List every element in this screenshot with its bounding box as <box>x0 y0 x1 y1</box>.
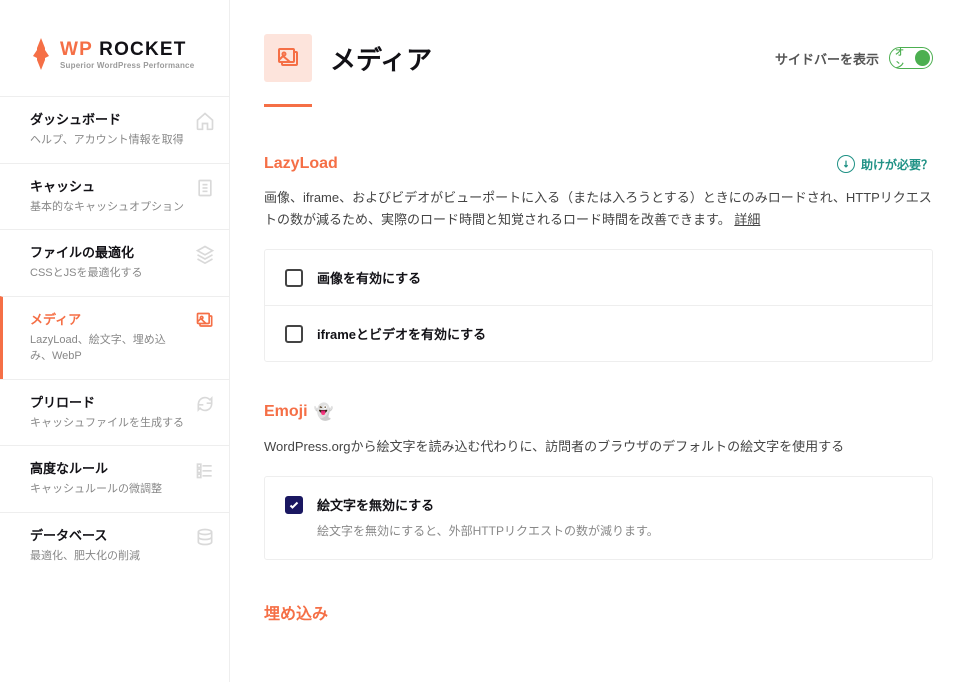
section-emoji: Emoji 👻 WordPress.orgから絵文字を読み込む代わりに、訪問者の… <box>264 402 933 560</box>
section-desc-lazyload: 画像、iframe、およびビデオがビューポートに入る（または入ろうとする）ときに… <box>264 187 933 231</box>
check-icon <box>288 499 300 511</box>
nav-dashboard[interactable]: ダッシュボード ヘルプ、アカウント情報を取得 <box>0 96 229 163</box>
images-icon <box>276 46 300 70</box>
page-title: メディア <box>330 40 757 77</box>
sidebar: WP ROCKET Superior WordPress Performance… <box>0 0 230 682</box>
logo-tagline: Superior WordPress Performance <box>60 61 194 70</box>
checkbox-iframe[interactable] <box>285 325 303 343</box>
page-header: メディア サイドバーを表示 オン <box>264 34 933 82</box>
main-content: メディア サイドバーを表示 オン LazyLoad 助けが必要？ <box>230 0 967 682</box>
nav-database[interactable]: データベース 最適化、肥大化の削減 <box>0 512 229 579</box>
page-icon <box>264 34 312 82</box>
logo: WP ROCKET Superior WordPress Performance <box>0 0 229 96</box>
lazyload-more-link[interactable]: 詳細 <box>734 212 760 227</box>
nav-media[interactable]: メディア LazyLoad、絵文字、埋め込み、WebP <box>0 296 229 379</box>
tab-indicator <box>264 104 312 107</box>
nav-rules[interactable]: 高度なルール キャッシュルールの微調整 <box>0 445 229 512</box>
nav-file-opt[interactable]: ファイルの最適化 CSSとJSを最適化する <box>0 229 229 296</box>
sidebar-toggle-label: サイドバーを表示 <box>775 49 879 68</box>
rocket-icon <box>30 36 52 72</box>
nav-preload[interactable]: プリロード キャッシュファイルを生成する <box>0 379 229 446</box>
checkbox-images[interactable] <box>285 269 303 287</box>
option-row-disable-emoji[interactable]: 絵文字を無効にする 絵文字を無効にすると、外部HTTPリクエストの数が減ります。 <box>265 477 932 559</box>
sliders-icon <box>195 460 215 480</box>
sidebar-toggle[interactable]: オン <box>889 47 933 69</box>
help-icon <box>837 155 855 173</box>
section-embed: 埋め込み <box>264 600 933 624</box>
nav-cache[interactable]: キャッシュ 基本的なキャッシュオプション <box>0 163 229 230</box>
section-title-embed: 埋め込み <box>264 600 328 624</box>
option-row-iframe[interactable]: iframeとビデオを有効にする <box>265 305 932 361</box>
section-desc-emoji: WordPress.orgから絵文字を読み込む代わりに、訪問者のブラウザのデフォ… <box>264 436 933 458</box>
layers-icon <box>195 244 215 264</box>
checkbox-disable-emoji[interactable] <box>285 496 303 514</box>
section-lazyload: LazyLoad 助けが必要？ 画像、iframe、およびビデオがビューポートに… <box>264 155 933 362</box>
option-row-images[interactable]: 画像を有効にする <box>265 250 932 305</box>
home-icon <box>195 111 215 131</box>
file-icon <box>195 178 215 198</box>
help-link[interactable]: 助けが必要？ <box>837 155 933 173</box>
section-title-lazyload: LazyLoad <box>264 155 338 173</box>
refresh-icon <box>195 394 215 414</box>
section-title-emoji: Emoji 👻 <box>264 402 333 422</box>
database-icon <box>195 527 215 547</box>
images-icon <box>195 311 215 331</box>
ghost-icon: 👻 <box>314 402 334 422</box>
